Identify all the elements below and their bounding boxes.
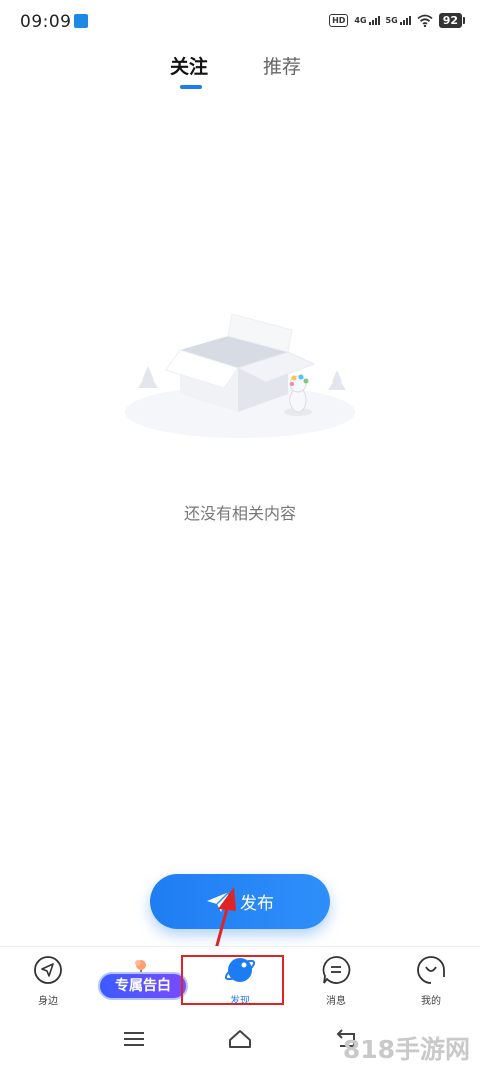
nav-item-messages[interactable]: 消息 bbox=[301, 955, 371, 1007]
nav-item-nearby[interactable]: 身边 bbox=[13, 955, 83, 1007]
nav-label-mine: 我的 bbox=[421, 996, 441, 1007]
tab-recommend[interactable]: 推荐 bbox=[263, 52, 301, 79]
promo-badge[interactable]: 专属告白 bbox=[98, 958, 190, 1002]
publish-button-label: 发布 bbox=[240, 894, 274, 914]
nav-item-mine[interactable]: 我的 bbox=[396, 955, 466, 1007]
signal-5g-icon: 5G bbox=[386, 16, 411, 25]
wifi-icon bbox=[417, 14, 433, 27]
active-tab-indicator bbox=[180, 85, 202, 89]
smiley-face-icon bbox=[417, 956, 445, 984]
nav-label-nearby: 身边 bbox=[38, 996, 58, 1007]
nav-label-messages: 消息 bbox=[326, 996, 346, 1007]
empty-box-illustration bbox=[125, 313, 355, 438]
promo-label: 专属告白 bbox=[98, 972, 188, 1000]
status-bar: 09:09 HD 4G 5G 92 bbox=[0, 0, 480, 44]
watermark: 818手游网 bbox=[342, 1035, 470, 1064]
battery-icon: 92 bbox=[438, 13, 466, 28]
tab-follow[interactable]: 关注 bbox=[170, 52, 208, 79]
message-bubble-icon bbox=[322, 956, 351, 984]
status-indicators: HD 4G 5G 92 bbox=[329, 13, 466, 28]
status-time: 09:09 bbox=[20, 12, 72, 32]
navigation-arrow-icon bbox=[34, 956, 62, 984]
top-tabs: 关注 推荐 bbox=[0, 52, 480, 92]
red-highlight-box bbox=[181, 955, 284, 1005]
hd-voice-icon: HD bbox=[329, 14, 349, 27]
empty-state-message: 还没有相关内容 bbox=[183, 504, 296, 523]
signal-4g-icon: 4G bbox=[354, 16, 380, 25]
home-icon[interactable] bbox=[227, 1026, 253, 1052]
menu-icon[interactable] bbox=[121, 1026, 147, 1052]
app-notification-icon bbox=[74, 14, 88, 28]
